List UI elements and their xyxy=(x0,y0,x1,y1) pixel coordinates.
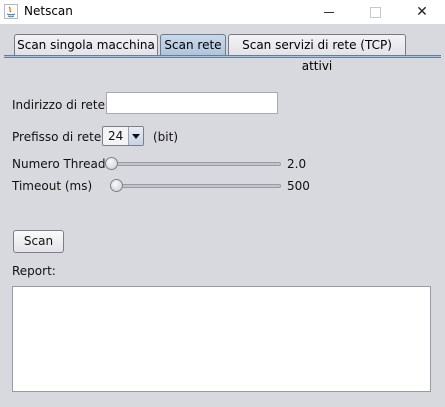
tab-scan-network[interactable]: Scan rete xyxy=(160,34,226,56)
network-address-input[interactable] xyxy=(106,92,278,114)
report-label: Report: xyxy=(12,264,56,278)
prefix-label: Prefisso di rete xyxy=(12,130,102,144)
scan-button[interactable]: Scan xyxy=(13,230,64,253)
tab-scan-tcp-services[interactable]: Scan servizi di rete (TCP) attivi xyxy=(228,34,406,73)
threads-slider-track[interactable] xyxy=(111,162,281,166)
window-title: Netscan xyxy=(24,4,73,18)
maximize-icon xyxy=(369,6,381,18)
prefix-unit-label: (bit) xyxy=(153,130,179,144)
prefix-select[interactable]: 24 xyxy=(102,126,144,146)
threads-label: Numero Thread xyxy=(12,157,106,171)
maximize-button[interactable] xyxy=(352,0,398,24)
tab-content-border xyxy=(4,55,441,58)
timeout-slider-thumb[interactable] xyxy=(110,179,123,192)
network-address-label: Indirizzo di rete xyxy=(12,98,106,112)
close-button[interactable]: ✕ xyxy=(399,0,445,24)
minimize-icon xyxy=(324,11,334,13)
threads-slider-thumb[interactable] xyxy=(105,157,118,170)
minimize-button[interactable] xyxy=(306,0,352,24)
report-textarea[interactable] xyxy=(12,286,431,392)
chevron-down-icon[interactable] xyxy=(128,127,143,145)
title-bar: Netscan ✕ xyxy=(0,0,445,24)
close-icon: ✕ xyxy=(416,4,428,20)
main-panel: Scan singola macchina Scan rete Scan ser… xyxy=(0,24,445,407)
threads-value: 2.0 xyxy=(287,157,307,171)
timeout-slider-track[interactable] xyxy=(111,184,281,188)
prefix-select-value: 24 xyxy=(108,129,124,143)
java-app-icon xyxy=(4,4,18,19)
tab-scan-single-machine[interactable]: Scan singola macchina xyxy=(14,34,158,56)
timeout-value: 500 xyxy=(287,179,310,193)
timeout-label: Timeout (ms) xyxy=(12,179,93,193)
